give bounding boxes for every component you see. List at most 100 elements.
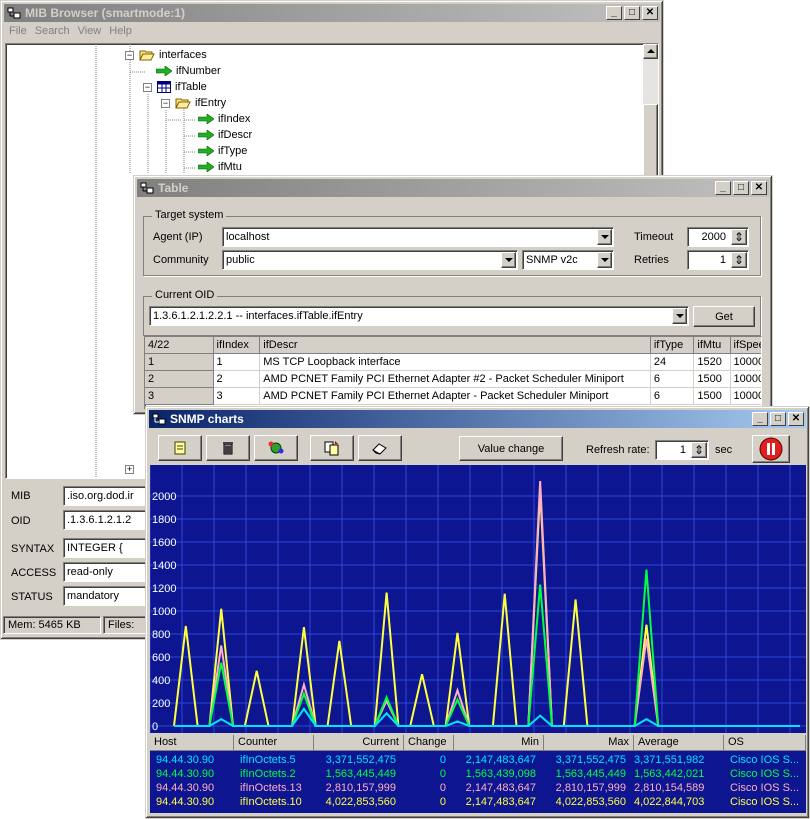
- delete-button[interactable]: [206, 435, 250, 461]
- cell-iftype[interactable]: 6: [650, 387, 695, 405]
- cell-ifindex[interactable]: 3: [213, 387, 261, 405]
- grid-header[interactable]: ifIndex: [213, 337, 261, 354]
- grid-header[interactable]: ifDescr: [259, 337, 651, 354]
- tree-item-ifentry[interactable]: − ifEntry: [161, 95, 226, 111]
- get-button[interactable]: Get: [693, 306, 755, 327]
- close-button[interactable]: ✕: [788, 412, 804, 426]
- cell-ifmtu[interactable]: 1500: [693, 387, 731, 405]
- menu-view[interactable]: View: [74, 23, 106, 41]
- cell-ifdescr[interactable]: AMD PCNET Family PCI Ethernet Adapter - …: [259, 387, 651, 405]
- table-row[interactable]: 3 3 AMD PCNET Family PCI Ethernet Adapte…: [145, 387, 761, 405]
- access-field[interactable]: read-only: [63, 562, 153, 582]
- value-change-button[interactable]: Value change: [459, 436, 563, 461]
- retries-input[interactable]: 1 ⇕: [687, 250, 749, 270]
- scroll-up-button[interactable]: [643, 44, 658, 59]
- col-header-max[interactable]: Max: [544, 735, 634, 751]
- counter-row[interactable]: 94.44.30.90 ifInOctets.5 3,371,552,475 0 2,1…: [150, 754, 806, 767]
- oid-field[interactable]: .1.3.6.1.2.1.2: [63, 510, 153, 530]
- col-header-os[interactable]: OS: [724, 735, 806, 751]
- cell-ifspeed[interactable]: 1000000000: [730, 387, 761, 405]
- pause-button[interactable]: [752, 435, 790, 463]
- scroll-thumb[interactable]: [643, 104, 658, 184]
- cell-ifindex[interactable]: 1: [213, 353, 261, 371]
- cell-iftype[interactable]: 6: [650, 370, 695, 388]
- refresh-rate-spinner[interactable]: ⇕: [691, 442, 707, 458]
- collapse-icon[interactable]: −: [125, 50, 134, 60]
- new-chart-button[interactable]: [158, 435, 202, 461]
- cell-ifmtu[interactable]: 1500: [693, 370, 731, 388]
- snmp-version-select[interactable]: SNMP v2c: [522, 250, 614, 270]
- counters-table[interactable]: Host Counter Current Change Min Max Aver…: [150, 735, 806, 813]
- maximize-button[interactable]: □: [733, 181, 749, 195]
- snmp-version-dropdown-button[interactable]: [597, 252, 612, 268]
- row-number[interactable]: 3: [145, 387, 214, 405]
- expand-icon[interactable]: +: [125, 465, 134, 474]
- agent-dropdown-button[interactable]: [597, 229, 612, 245]
- close-button[interactable]: ✕: [642, 6, 658, 20]
- oid-dropdown-button[interactable]: [672, 308, 687, 324]
- eraser-button[interactable]: [358, 435, 402, 461]
- network-button[interactable]: [254, 435, 298, 461]
- cell-ifdescr[interactable]: AMD PCNET Family PCI Ethernet Adapter #2…: [259, 370, 651, 388]
- cell-ifmtu[interactable]: 1520: [693, 353, 731, 371]
- refresh-rate-input[interactable]: 1 ⇕: [655, 440, 709, 460]
- col-header-host[interactable]: Host: [150, 735, 234, 751]
- oid-input[interactable]: 1.3.6.1.2.1.2.2.1 -- interfaces.ifTable.…: [149, 306, 689, 326]
- minimize-button[interactable]: _: [606, 6, 622, 20]
- col-header-current[interactable]: Current: [314, 735, 404, 751]
- col-header-change[interactable]: Change: [404, 735, 454, 751]
- timeout-spinner[interactable]: ⇕: [731, 229, 747, 245]
- counter-row[interactable]: 94.44.30.90 ifInOctets.13 2,810,157,999 0 2,…: [150, 782, 806, 795]
- mib-browser-titlebar[interactable]: MIB Browser (smartmode:1) _ □ ✕: [4, 4, 660, 22]
- menu-file[interactable]: File: [5, 23, 31, 41]
- tree-item-iftype[interactable]: ifType: [198, 143, 247, 159]
- syntax-field[interactable]: INTEGER {: [63, 538, 153, 558]
- grid-header[interactable]: ifType: [650, 337, 695, 354]
- maximize-button[interactable]: □: [770, 412, 786, 426]
- minimize-button[interactable]: _: [752, 412, 768, 426]
- table-titlebar[interactable]: Table _ □ ✕: [137, 179, 769, 197]
- menu-search[interactable]: Search: [31, 23, 74, 41]
- collapse-icon[interactable]: −: [161, 98, 170, 108]
- cell-ifindex[interactable]: 2: [213, 370, 261, 388]
- tree-item-iftable[interactable]: − ifTable: [143, 79, 207, 95]
- counter-row[interactable]: 94.44.30.90 ifInOctets.2 1,563,445,449 0 1,5…: [150, 768, 806, 781]
- charts-titlebar[interactable]: SNMP charts _ □ ✕: [149, 410, 806, 428]
- col-header-counter[interactable]: Counter: [234, 735, 314, 751]
- col-header-average[interactable]: Average: [634, 735, 724, 751]
- results-grid[interactable]: 4/22 ifIndex ifDescr ifType ifMtu ifSpee…: [144, 336, 762, 410]
- community-dropdown-button[interactable]: [501, 252, 516, 268]
- cell-ifspeed[interactable]: 1000000000: [730, 370, 761, 388]
- collapse-icon[interactable]: −: [143, 82, 152, 92]
- tree-item-ifmtu[interactable]: ifMtu: [198, 159, 242, 175]
- grid-header[interactable]: 4/22: [145, 337, 214, 354]
- counter-cell: 4,022,844,703: [634, 796, 705, 808]
- col-header-min[interactable]: Min: [454, 735, 544, 751]
- retries-spinner[interactable]: ⇕: [731, 252, 747, 268]
- tree-item-interfaces[interactable]: − interfaces: [125, 47, 207, 63]
- tree-item-ifnumber[interactable]: ifNumber: [156, 63, 221, 79]
- cell-ifdescr[interactable]: MS TCP Loopback interface: [259, 353, 651, 371]
- status-field[interactable]: mandatory: [63, 586, 153, 606]
- row-number[interactable]: 2: [145, 370, 214, 388]
- table-row[interactable]: 1 1 MS TCP Loopback interface 24 1520 10…: [145, 353, 761, 371]
- grid-header[interactable]: ifMtu: [693, 337, 731, 354]
- table-row[interactable]: 2 2 AMD PCNET Family PCI Ethernet Adapte…: [145, 370, 761, 388]
- tree-item-ifdescr[interactable]: ifDescr: [198, 127, 252, 143]
- grid-header[interactable]: ifSpeed: [730, 337, 761, 354]
- counter-row[interactable]: 94.44.30.90 ifInOctets.10 4,022,853,560 0 2,…: [150, 796, 806, 809]
- menu-help[interactable]: Help: [105, 23, 136, 41]
- cell-iftype[interactable]: 24: [650, 353, 695, 371]
- close-button[interactable]: ✕: [751, 181, 767, 195]
- minimize-button[interactable]: _: [715, 181, 731, 195]
- agent-input[interactable]: localhost: [222, 227, 614, 247]
- tree-item-ifindex[interactable]: ifIndex: [198, 111, 250, 127]
- cell-ifspeed[interactable]: 10000000: [730, 353, 761, 371]
- maximize-button[interactable]: □: [624, 6, 640, 20]
- timeout-input[interactable]: 2000 ⇕: [687, 227, 749, 247]
- chart-area[interactable]: 0 200 400 600 800 1000 1200 1400 1600 1800 2000: [150, 465, 806, 733]
- copy-button[interactable]: [310, 435, 354, 461]
- community-input[interactable]: public: [222, 250, 518, 270]
- mib-field[interactable]: .iso.org.dod.ir: [63, 486, 153, 506]
- row-number[interactable]: 1: [145, 353, 214, 371]
